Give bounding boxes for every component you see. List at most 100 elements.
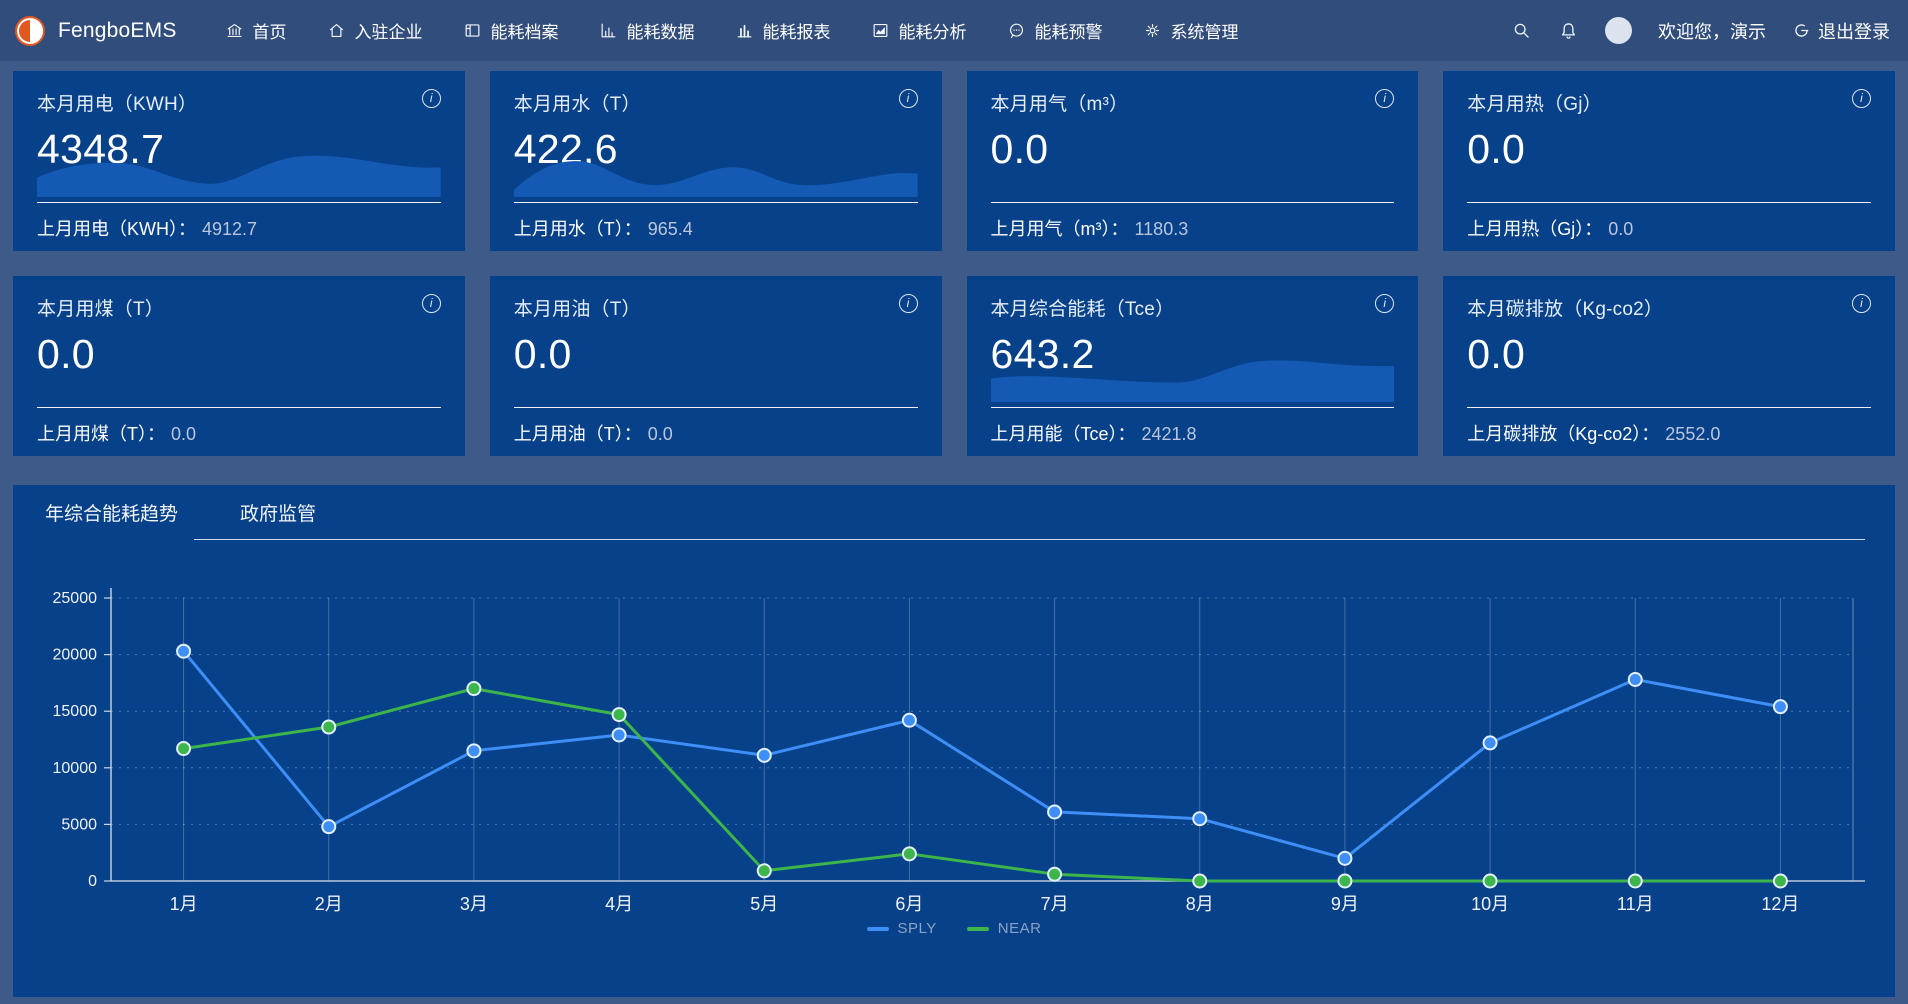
search-icon[interactable] bbox=[1511, 20, 1532, 41]
x-axis-label: 11月 bbox=[1617, 894, 1654, 914]
stat-card-electricity: 本月用电（KWH） i 4348.7 上月用电（KWH）：4912.7 bbox=[13, 71, 465, 251]
nav-label: 能耗档案 bbox=[491, 18, 559, 43]
x-axis-label: 7月 bbox=[1041, 894, 1069, 914]
footer-label: 上月用电（KWH）： bbox=[37, 219, 196, 239]
chart-canvas[interactable]: 05000100001500020000250001月2月3月4月5月6月7月8… bbox=[43, 562, 1865, 937]
x-axis-label: 2月 bbox=[315, 894, 343, 914]
card-title: 本月用水（T） bbox=[514, 89, 641, 116]
top-navbar: FengboEMS 首页 入驻企业 能耗档案 能耗数据 能耗报表 能耗分析 bbox=[0, 0, 1908, 61]
x-axis-label: 1月 bbox=[170, 894, 198, 914]
bar-chart-icon bbox=[735, 21, 754, 40]
x-axis-label: 6月 bbox=[895, 894, 923, 914]
sparkline-chart bbox=[991, 356, 1395, 402]
y-axis-label: 25000 bbox=[53, 590, 98, 607]
axes bbox=[104, 588, 1865, 881]
info-icon[interactable]: i bbox=[899, 294, 918, 313]
tab-annual-energy-trend[interactable]: 年综合能耗趋势 bbox=[43, 485, 180, 539]
card-title: 本月用热（Gj） bbox=[1467, 89, 1602, 116]
data-point bbox=[758, 749, 771, 762]
tabbar: 年综合能耗趋势 政府监管 bbox=[43, 485, 1865, 540]
footer-value: 1180.3 bbox=[1135, 219, 1189, 239]
logout-button[interactable]: 退出登录 bbox=[1792, 18, 1890, 44]
stat-card-heat: 本月用热（Gj） i 0.0 上月用热（Gj）：0.0 bbox=[1443, 71, 1895, 251]
card-title: 本月用煤（T） bbox=[37, 294, 164, 321]
bar-chart-axis-icon bbox=[599, 21, 618, 40]
data-point bbox=[177, 645, 190, 658]
nav-item-system-settings[interactable]: 系统管理 bbox=[1143, 18, 1239, 43]
x-axis-label: 9月 bbox=[1331, 894, 1359, 914]
legend-label: NEAR bbox=[998, 920, 1042, 937]
data-point bbox=[1048, 868, 1061, 881]
legend-item-sply[interactable]: SPLY bbox=[867, 920, 937, 937]
info-icon[interactable]: i bbox=[899, 89, 918, 108]
info-icon[interactable]: i bbox=[422, 294, 441, 313]
bell-icon[interactable] bbox=[1558, 20, 1579, 41]
data-point bbox=[1193, 812, 1206, 825]
nav-item-energy-report[interactable]: 能耗报表 bbox=[735, 18, 831, 43]
info-icon[interactable]: i bbox=[1375, 89, 1394, 108]
logout-icon bbox=[1792, 21, 1811, 40]
logout-label: 退出登录 bbox=[1818, 18, 1890, 44]
y-axis-label: 5000 bbox=[61, 816, 97, 833]
nav-item-energy-alert[interactable]: 能耗预警 bbox=[1007, 18, 1103, 43]
welcome-text: 欢迎您，演示 bbox=[1658, 18, 1766, 44]
data-point bbox=[1338, 875, 1351, 888]
stat-value: 0.0 bbox=[1467, 331, 1871, 378]
x-axis-label: 12月 bbox=[1761, 894, 1799, 914]
data-point bbox=[1774, 700, 1787, 713]
footer-label: 上月用煤（T）： bbox=[37, 424, 165, 444]
data-point bbox=[1338, 852, 1351, 865]
stat-card-water: 本月用水（T） i 422.6 上月用水（T）：965.4 bbox=[490, 71, 942, 251]
data-point bbox=[1774, 875, 1787, 888]
info-icon[interactable]: i bbox=[1852, 89, 1871, 108]
stat-card-coal: 本月用煤（T） i 0.0 上月用煤（T）：0.0 bbox=[13, 276, 465, 456]
sparkline-chart bbox=[514, 151, 918, 197]
trend-panel: 年综合能耗趋势 政府监管 05000100001500020000250001月… bbox=[13, 485, 1895, 997]
data-point bbox=[322, 721, 335, 734]
nav-item-home[interactable]: 首页 bbox=[225, 18, 287, 43]
logo-icon bbox=[15, 16, 45, 46]
card-footer: 上月用电（KWH）： 4912.7 bbox=[37, 202, 441, 241]
data-point bbox=[903, 714, 916, 727]
data-point bbox=[1484, 875, 1497, 888]
data-point bbox=[467, 744, 480, 757]
nav-item-enterprises[interactable]: 入驻企业 bbox=[327, 18, 423, 43]
info-icon[interactable]: i bbox=[1852, 294, 1871, 313]
footer-value: 2421.8 bbox=[1142, 424, 1197, 444]
x-axis-label: 3月 bbox=[460, 894, 488, 914]
avatar[interactable] bbox=[1605, 17, 1632, 44]
footer-label: 上月用气（m³）： bbox=[991, 219, 1129, 239]
data-point bbox=[1048, 805, 1061, 818]
nav-item-energy-data[interactable]: 能耗数据 bbox=[599, 18, 695, 43]
brand[interactable]: FengboEMS bbox=[15, 16, 177, 46]
footer-label: 上月用水（T）： bbox=[514, 219, 642, 239]
archive-icon bbox=[463, 21, 482, 40]
nav-item-energy-analysis[interactable]: 能耗分析 bbox=[871, 18, 967, 43]
footer-value: 965.4 bbox=[648, 219, 693, 239]
x-axis-label: 8月 bbox=[1186, 894, 1214, 914]
footer-value: 4912.7 bbox=[202, 219, 257, 239]
legend-marker bbox=[967, 927, 989, 931]
card-footer: 上月用能（Tce）： 2421.8 bbox=[991, 407, 1395, 446]
data-point bbox=[1629, 673, 1642, 686]
info-icon[interactable]: i bbox=[1375, 294, 1394, 313]
nav-label: 首页 bbox=[253, 18, 287, 43]
nav-label: 能耗报表 bbox=[763, 18, 831, 43]
x-axis-label: 5月 bbox=[750, 894, 778, 914]
footer-label: 上月用能（Tce）： bbox=[991, 424, 1136, 444]
nav-item-energy-archive[interactable]: 能耗档案 bbox=[463, 18, 559, 43]
footer-label: 上月碳排放（Kg-co2）： bbox=[1467, 424, 1659, 444]
card-footer: 上月用气（m³）： 1180.3 bbox=[991, 202, 1395, 241]
legend-item-near[interactable]: NEAR bbox=[967, 920, 1042, 937]
info-icon[interactable]: i bbox=[422, 89, 441, 108]
nav-label: 能耗数据 bbox=[627, 18, 695, 43]
data-point bbox=[1484, 736, 1497, 749]
x-axis-label: 10月 bbox=[1471, 894, 1509, 914]
home-icon bbox=[327, 21, 346, 40]
card-title: 本月用油（T） bbox=[514, 294, 641, 321]
nav-label: 能耗预警 bbox=[1035, 18, 1103, 43]
stat-card-gas: 本月用气（m³） i 0.0 上月用气（m³）：1180.3 bbox=[967, 71, 1419, 251]
footer-value: 0.0 bbox=[171, 424, 196, 444]
tab-government-supervision[interactable]: 政府监管 bbox=[238, 485, 318, 539]
footer-label: 上月用油（T）： bbox=[514, 424, 642, 444]
